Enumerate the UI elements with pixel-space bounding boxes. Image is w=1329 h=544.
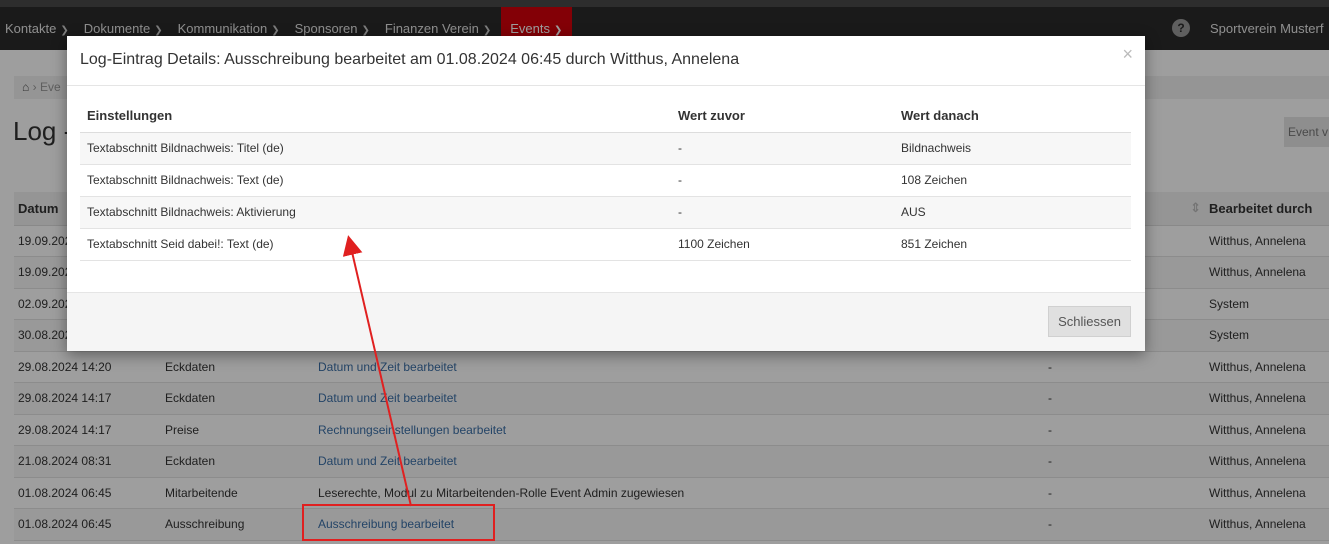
cell-setting: Textabschnitt Bildnachweis: Text (de) [80,164,671,197]
cell-value-before: - [671,196,894,229]
cell-setting: Textabschnitt Seid dabei!: Text (de) [80,228,671,261]
detail-row: Textabschnitt Seid dabei!: Text (de) 1100… [80,228,1131,261]
modal-title: Log-Eintrag Details: Ausschreibung bearb… [80,51,740,68]
detail-row: Textabschnitt Bildnachweis: Titel (de) - B… [80,132,1131,165]
modal-header: Log-Eintrag Details: Ausschreibung bearb… [67,36,1145,86]
cell-value-before: 1100 Zeichen [671,228,894,261]
cell-value-after: Bildnachweis [894,132,1131,165]
close-button[interactable]: Schliessen [1048,306,1131,337]
log-detail-modal: Log-Eintrag Details: Ausschreibung bearb… [67,36,1145,351]
detail-row: Textabschnitt Bildnachweis: Aktivierung -… [80,196,1131,229]
column-header-value-after: Wert danach [894,100,1131,133]
column-header-settings: Einstellungen [80,100,671,133]
cell-value-after: 851 Zeichen [894,228,1131,261]
cell-setting: Textabschnitt Bildnachweis: Titel (de) [80,132,671,165]
detail-table: Einstellungen Wert zuvor Wert danach Tex… [80,100,1131,261]
close-icon[interactable]: × [1122,44,1133,65]
cell-value-after: AUS [894,196,1131,229]
modal-footer: Schliessen [67,292,1145,351]
column-header-value-before: Wert zuvor [671,100,894,133]
cell-value-after: 108 Zeichen [894,164,1131,197]
detail-row: Textabschnitt Bildnachweis: Text (de) -10… [80,164,1131,197]
cell-setting: Textabschnitt Bildnachweis: Aktivierung [80,196,671,229]
cell-value-before: - [671,164,894,197]
cell-value-before: - [671,132,894,165]
detail-table-header: Einstellungen Wert zuvor Wert danach [80,100,1131,133]
